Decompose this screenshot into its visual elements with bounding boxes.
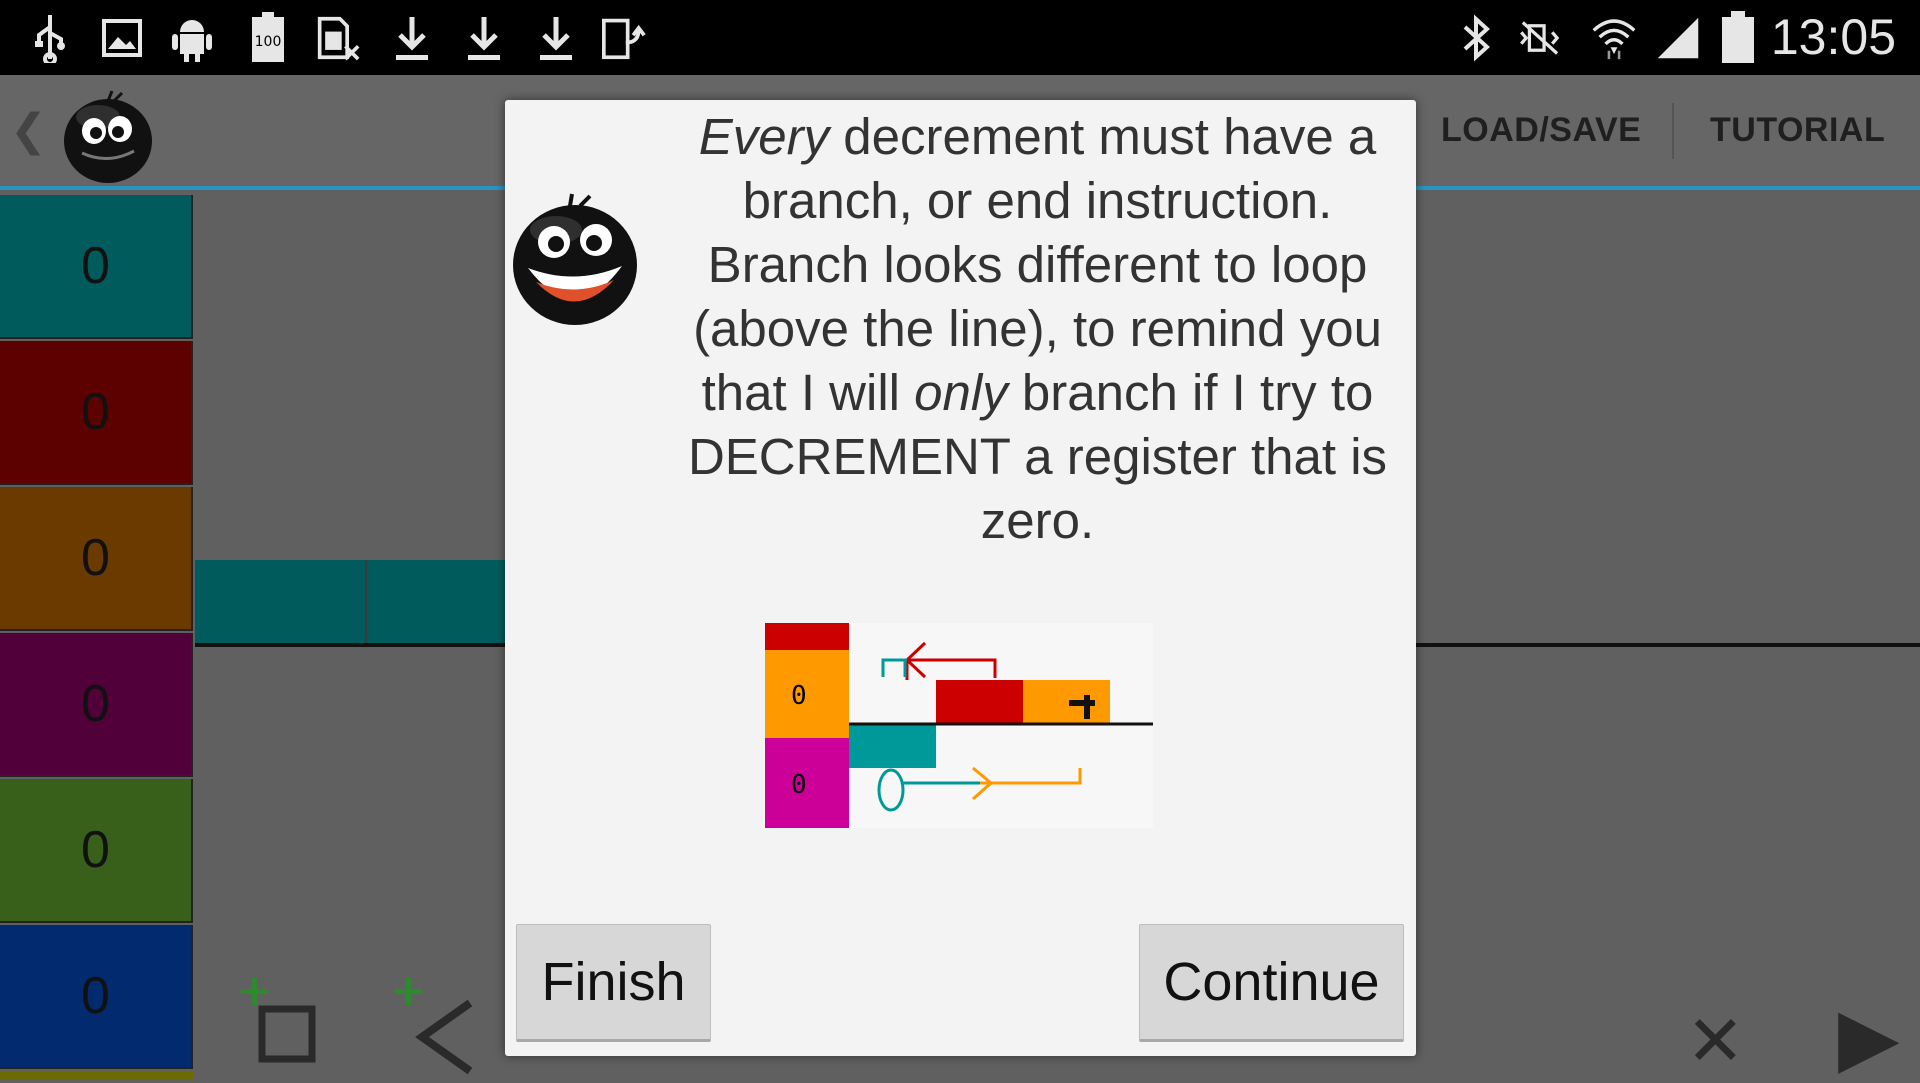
- battery-icon: [1716, 11, 1760, 64]
- download-icon: [390, 12, 434, 64]
- continue-button[interactable]: Continue: [1139, 924, 1404, 1042]
- screen-rotate-icon: [602, 12, 646, 64]
- mascot-icon: [510, 190, 640, 330]
- bluetooth-icon: [1454, 12, 1498, 64]
- download-icon: [462, 12, 506, 64]
- clock: 13:05: [1770, 9, 1896, 65]
- sim-off-icon: [316, 12, 360, 64]
- android-icon: [170, 12, 214, 64]
- branch-diagram: 0 0: [765, 623, 1153, 828]
- svg-text:100: 100: [255, 34, 282, 50]
- download-icon: [534, 12, 578, 64]
- register-label: 0: [791, 681, 807, 711]
- battery-100-icon: 100: [246, 12, 290, 64]
- finish-button[interactable]: Finish: [516, 924, 711, 1042]
- status-bar: 100 13:05: [0, 0, 1920, 75]
- image-icon: [100, 12, 144, 64]
- tutorial-message: Every decrement must have a branch, or e…: [670, 105, 1405, 553]
- wifi-icon: [1592, 12, 1636, 64]
- register-label: 0: [791, 770, 807, 800]
- signal-icon: [1656, 12, 1700, 64]
- mute-icon: [1518, 12, 1562, 64]
- message-emphasis: only: [914, 364, 1008, 421]
- usb-icon: [28, 12, 72, 64]
- tutorial-dialog: Every decrement must have a branch, or e…: [505, 100, 1416, 1056]
- message-emphasis: Every: [698, 108, 830, 165]
